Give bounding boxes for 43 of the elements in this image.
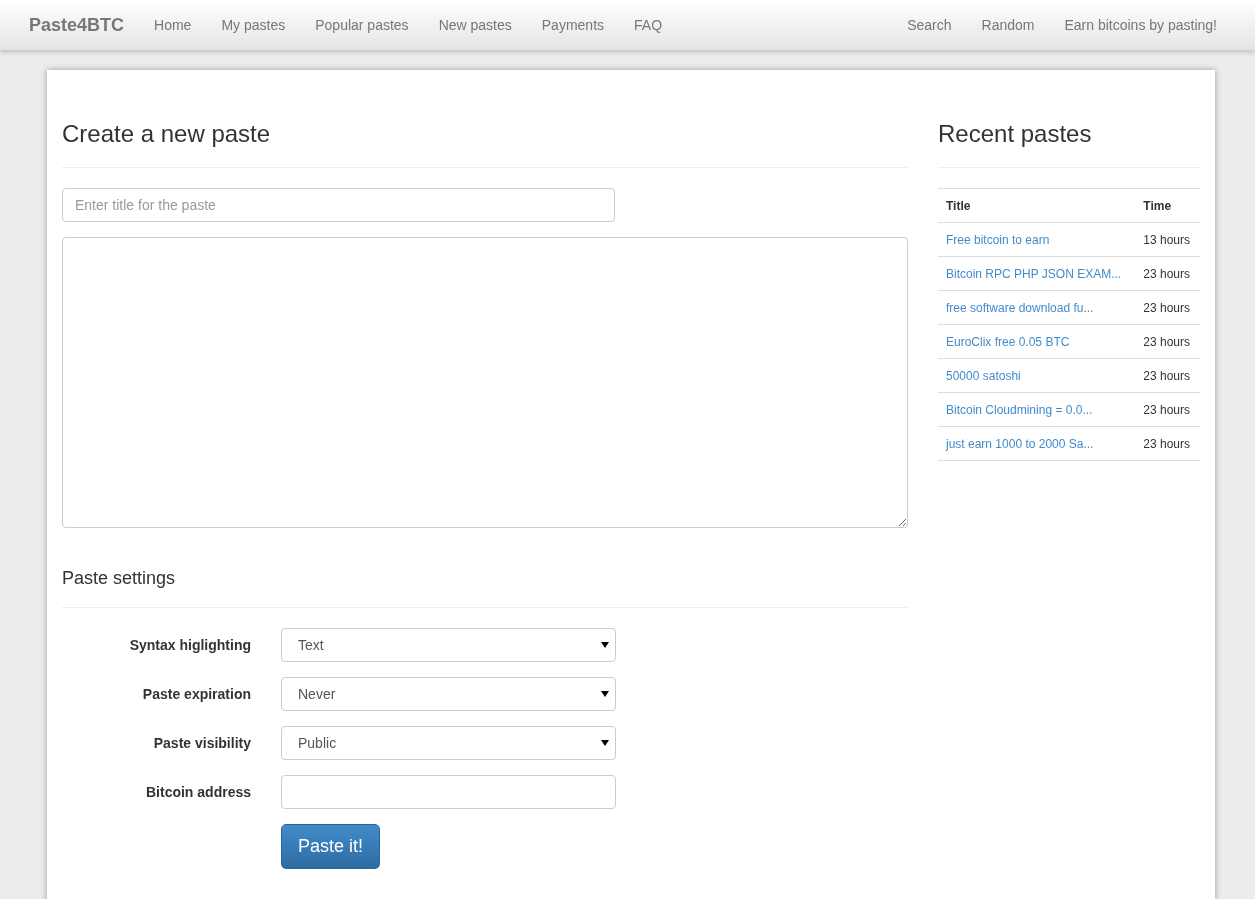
- nav-link[interactable]: Random: [981, 17, 1035, 33]
- submit-button[interactable]: Paste it!: [281, 824, 381, 869]
- paste-text-area[interactable]: [62, 237, 908, 528]
- sidebar-heading: Recent pastes: [938, 120, 1200, 168]
- table-cell: 23 hours: [1135, 256, 1200, 291]
- caret-icon: [601, 740, 609, 746]
- paste-link[interactable]: EuroClix free 0.05 BTC: [946, 334, 1070, 349]
- nav-link[interactable]: FAQ: [634, 17, 663, 33]
- title-input-field[interactable]: Enter title for the paste: [62, 188, 615, 222]
- paste-link[interactable]: Free bitcoin to earn: [946, 232, 1050, 247]
- column-header: Time: [1135, 188, 1200, 223]
- field-label: Bitcoin address: [145, 784, 251, 800]
- brand-link[interactable]: Paste4BTC: [29, 14, 125, 36]
- select-field[interactable]: Never: [281, 677, 616, 711]
- nav-link[interactable]: Home: [154, 17, 192, 33]
- section-heading: Paste settings: [62, 568, 907, 608]
- paste-link[interactable]: Bitcoin Cloudmining = 0.0...: [946, 402, 1093, 417]
- table-cell: 23 hours: [1135, 324, 1200, 359]
- nav-link[interactable]: Earn bitcoins by pasting!: [1064, 17, 1217, 33]
- paste-link[interactable]: 50000 satoshi: [946, 368, 1021, 383]
- select-field[interactable]: Text: [281, 628, 616, 662]
- nav-link[interactable]: New pastes: [438, 17, 512, 33]
- table-cell: 13 hours: [1135, 222, 1200, 257]
- nav-link[interactable]: Payments: [541, 17, 605, 33]
- table-cell: 23 hours: [1135, 392, 1200, 427]
- nav-link[interactable]: Search: [907, 17, 952, 33]
- table-cell: 23 hours: [1135, 426, 1200, 461]
- table-cell: 23 hours: [1135, 290, 1200, 325]
- select-field[interactable]: Public: [281, 726, 616, 760]
- paste-link[interactable]: free software download fu...: [946, 300, 1094, 315]
- nav-link[interactable]: Popular pastes: [315, 17, 409, 33]
- nav-link[interactable]: My pastes: [221, 17, 286, 33]
- column-header: Title: [938, 188, 1136, 223]
- field-label: Paste expiration: [142, 686, 251, 702]
- caret-icon: [601, 691, 609, 697]
- paste-link[interactable]: Bitcoin RPC PHP JSON EXAM...: [946, 266, 1122, 281]
- input-field[interactable]: [281, 775, 616, 809]
- paste-link[interactable]: just earn 1000 to 2000 Sa...: [946, 436, 1094, 451]
- field-label: Paste visibility: [153, 735, 251, 751]
- field-label: Syntax higlighting: [129, 637, 251, 653]
- table-cell: 23 hours: [1135, 358, 1200, 393]
- page-heading: Create a new paste: [62, 120, 907, 168]
- caret-icon: [601, 642, 609, 648]
